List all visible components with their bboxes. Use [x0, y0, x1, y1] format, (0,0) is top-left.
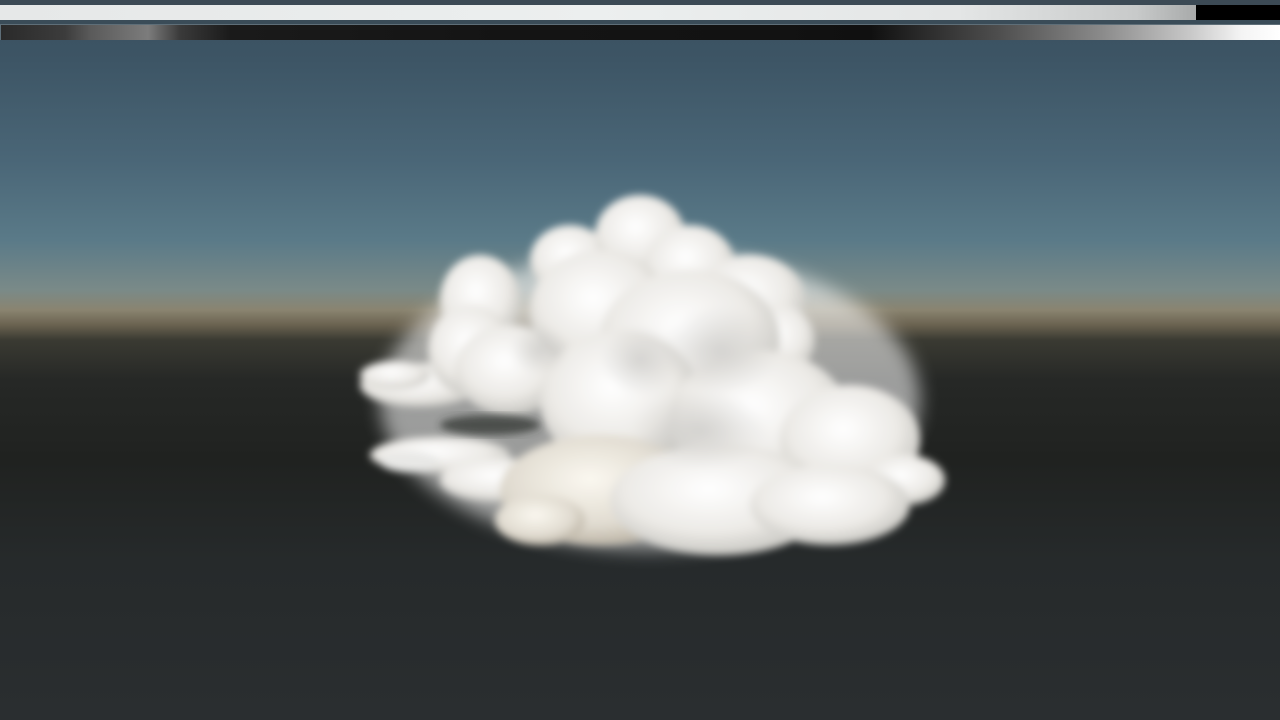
cloud-shadow-gap [440, 415, 540, 435]
render-viewport [0, 0, 1280, 720]
cumulus-cloud [360, 195, 945, 555]
